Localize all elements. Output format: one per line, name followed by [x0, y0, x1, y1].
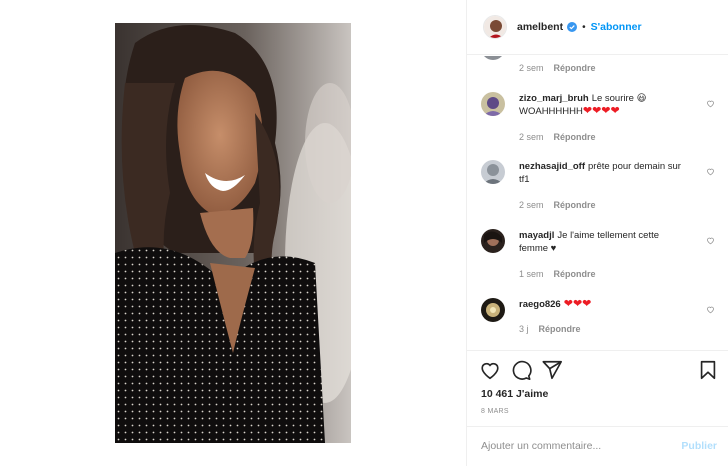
comments-list[interactable]: 2 sem Répondre zizo_marj_bruh Le sourire 😃… — [467, 56, 728, 350]
media-area — [0, 0, 466, 466]
reply-button[interactable]: Répondre — [554, 63, 596, 73]
reply-button[interactable]: Répondre — [554, 200, 596, 210]
comment-icon[interactable] — [510, 359, 532, 381]
follow-button[interactable]: S'abonner — [591, 21, 642, 33]
likes-count[interactable]: 10 461 J'aime — [481, 388, 548, 400]
comment-meta: 2 sem Répondre — [519, 132, 596, 142]
verified-icon — [567, 22, 578, 32]
post-panel: amelbent • S'abonner 2 sem Répondre zizo_… — [466, 0, 728, 466]
commenter-avatar[interactable] — [481, 298, 505, 322]
commenter-username[interactable]: nezhasajid_off — [519, 161, 585, 172]
commenter-username[interactable]: zizo_marj_bruh — [519, 93, 589, 104]
comment-meta: 3 j Répondre — [519, 324, 581, 334]
comment-text-block: mayadjl Je l'aime tellement cette femme ♥ — [519, 229, 689, 255]
comment-time: 2 sem — [519, 200, 544, 210]
comment-time: 2 sem — [519, 63, 544, 73]
like-comment-heart-icon[interactable] — [706, 305, 715, 314]
post-date: 8 MARS — [481, 408, 509, 415]
comment-hearts: ❤❤❤ — [563, 298, 592, 310]
comment-input[interactable]: Ajouter un commentaire... — [481, 440, 601, 452]
heart-icon[interactable] — [479, 359, 501, 381]
commenter-username[interactable]: raego826 — [519, 299, 561, 310]
partial-comment-avatar — [481, 56, 505, 60]
like-comment-heart-icon[interactable] — [706, 167, 715, 176]
comment-hearts: ❤❤❤❤ — [582, 105, 620, 117]
partial-comment-meta: 2 sem Répondre — [519, 63, 596, 73]
reply-button[interactable]: Répondre — [554, 269, 596, 279]
author-username[interactable]: amelbent — [517, 21, 563, 33]
like-comment-heart-icon[interactable] — [706, 99, 715, 108]
separator-dot: • — [582, 21, 586, 33]
commenter-avatar[interactable] — [481, 229, 505, 253]
comment-text-block: nezhasajid_off prête pour demain sur tf1 — [519, 160, 689, 186]
comment-meta: 1 sem Répondre — [519, 269, 596, 279]
comment-meta: 2 sem Répondre — [519, 200, 596, 210]
commenter-username[interactable]: mayadjl — [519, 230, 554, 241]
post-header: amelbent • S'abonner — [467, 0, 728, 55]
post-photo[interactable] — [115, 23, 351, 443]
like-comment-heart-icon[interactable] — [706, 236, 715, 245]
comment-time: 1 sem — [519, 269, 544, 279]
comment-text-block: raego826 ❤❤❤ — [519, 298, 689, 311]
reply-button[interactable]: Répondre — [554, 132, 596, 142]
post-actions: 10 461 J'aime 8 MARS — [467, 350, 728, 430]
comment-text-block: zizo_marj_bruh Le sourire 😃 WOAHHHHHH❤❤❤❤ — [519, 92, 689, 118]
publish-button[interactable]: Publier — [681, 440, 717, 452]
reply-button[interactable]: Répondre — [539, 324, 581, 334]
commenter-avatar[interactable] — [481, 92, 505, 116]
add-comment-bar: Ajouter un commentaire... Publier — [467, 426, 728, 466]
share-icon[interactable] — [541, 359, 563, 381]
comment-time: 2 sem — [519, 132, 544, 142]
comment-time: 3 j — [519, 324, 529, 334]
author-avatar[interactable] — [483, 15, 507, 39]
commenter-avatar[interactable] — [481, 160, 505, 184]
bookmark-icon[interactable] — [697, 359, 719, 381]
